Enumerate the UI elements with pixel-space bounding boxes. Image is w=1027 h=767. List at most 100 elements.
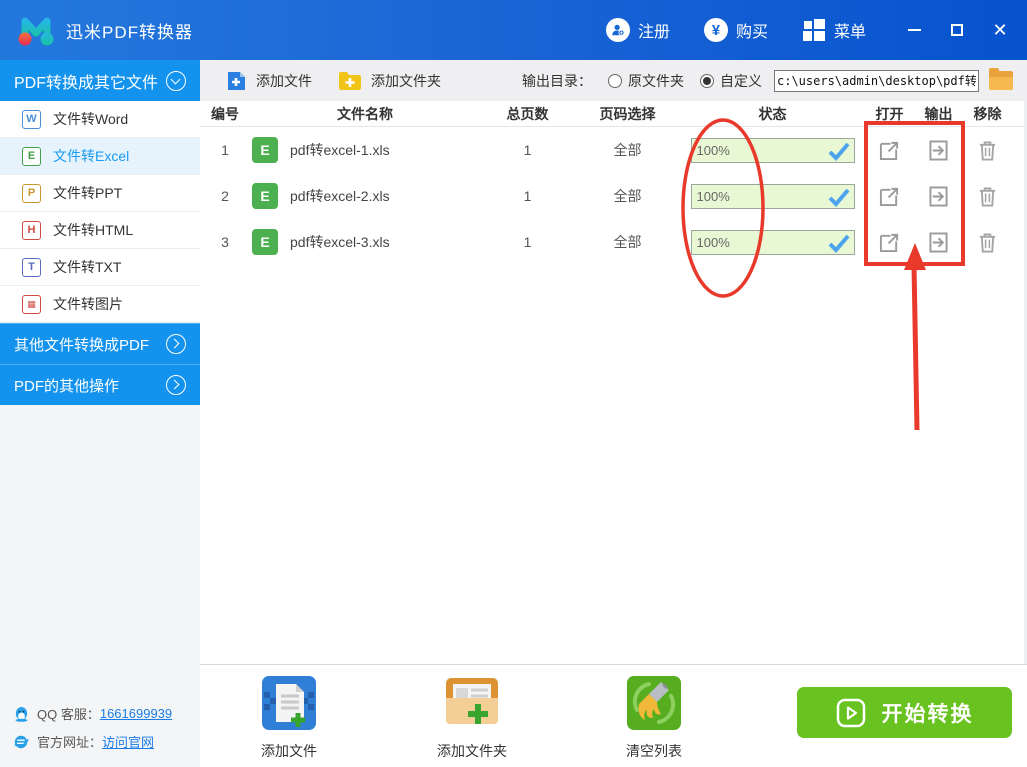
progress-value: 100% — [696, 234, 730, 250]
header-filename: 文件名称 — [337, 105, 393, 122]
radio-custom[interactable]: 自定义 — [700, 71, 762, 91]
progress-bar: 100% — [690, 137, 855, 163]
excel-badge-icon: E — [252, 229, 278, 255]
open-output-button[interactable] — [929, 186, 948, 207]
radio-original-folder[interactable]: 原文件夹 — [608, 71, 684, 91]
sidebar-group-pdf-other-ops[interactable]: PDF的其他操作 — [0, 364, 200, 405]
sidebar-item-label: 文件转Word — [53, 111, 129, 127]
sidebar-group-label: 其他文件转换成PDF — [14, 336, 150, 354]
open-output-button[interactable] — [929, 140, 948, 161]
open-file-button[interactable] — [879, 186, 900, 207]
output-directory-group: 输出目录： 原文件夹 自定义 — [522, 68, 1027, 92]
open-file-button[interactable] — [879, 140, 900, 161]
open-file-button[interactable] — [879, 232, 900, 253]
done-check-icon — [828, 188, 850, 207]
start-convert-button[interactable]: 开始转换 — [797, 687, 1012, 738]
footer-bar: 添加文件 添加文件夹 清空列表 开始转换 — [200, 664, 1027, 767]
radio-custom-label: 自定义 — [720, 72, 762, 89]
page-range[interactable]: 全部 — [575, 186, 680, 206]
radio-original-label: 原文件夹 — [628, 72, 684, 89]
window-controls: ✕ — [888, 13, 1017, 47]
row-number: 2 — [221, 188, 229, 204]
register-label: 注册 — [637, 24, 670, 41]
footer-add-file-button[interactable]: 添加文件 — [229, 676, 349, 761]
radio-original-dot — [608, 73, 622, 88]
add-folder-button[interactable]: 添加文件夹 — [338, 71, 441, 91]
sidebar-item-image[interactable]: ▦ 文件转图片 — [0, 286, 200, 323]
output-dir-label: 输出目录： — [522, 72, 592, 89]
row-number: 3 — [221, 234, 229, 250]
excel-badge-icon: E — [252, 137, 278, 163]
excel-badge-icon: E — [252, 183, 278, 209]
sidebar-item-ppt[interactable]: P 文件转PPT — [0, 175, 200, 212]
menu-label: 菜单 — [833, 24, 866, 41]
menu-button[interactable]: 菜单 — [802, 18, 866, 42]
yen-icon: ¥ — [703, 18, 728, 42]
qq-number-link[interactable]: 1661699939 — [100, 706, 172, 721]
sidebar-item-excel[interactable]: E 文件转Excel — [0, 138, 200, 175]
footer-add-folder-button[interactable]: 添加文件夹 — [412, 676, 532, 761]
sidebar-item-label: 文件转TXT — [53, 259, 122, 275]
page-range[interactable]: 全部 — [575, 232, 680, 252]
page-range[interactable]: 全部 — [575, 140, 680, 160]
html-file-icon: H — [22, 220, 41, 240]
header-open: 打开 — [875, 105, 904, 122]
table-row: 2 E pdf转excel-2.xls 1 全部 100% — [200, 173, 1024, 219]
header-status: 状态 — [758, 105, 787, 122]
sidebar-item-label: 文件转Excel — [53, 148, 130, 164]
row-number: 1 — [221, 142, 229, 158]
table-header: 编号 文件名称 总页数 页码选择 状态 打开 输出 移除 — [200, 101, 1024, 127]
sidebar-item-html[interactable]: H 文件转HTML — [0, 212, 200, 249]
file-list: 编号 文件名称 总页数 页码选择 状态 打开 输出 移除 1 E pdf转exc… — [200, 101, 1027, 664]
header-number: 编号 — [211, 105, 239, 122]
buy-button[interactable]: ¥ 购买 — [703, 18, 768, 42]
buy-label: 购买 — [735, 24, 768, 41]
app-logo-icon — [18, 17, 54, 46]
excel-file-icon: E — [22, 146, 41, 166]
register-user-icon — [605, 18, 630, 42]
file-name: pdf转excel-3.xls — [290, 234, 390, 250]
page-count: 1 — [523, 234, 532, 250]
register-button[interactable]: 注册 — [605, 18, 670, 42]
footer-clear-list-button[interactable]: 清空列表 — [594, 676, 714, 761]
word-file-icon: W — [22, 109, 41, 129]
close-button[interactable]: ✕ — [983, 13, 1017, 47]
table-row: 3 E pdf转excel-3.xls 1 全部 100% — [200, 219, 1024, 265]
chevron-down-icon — [166, 70, 186, 91]
delete-row-button[interactable] — [978, 186, 997, 207]
progress-bar: 100% — [690, 229, 855, 255]
menu-grid-icon — [802, 18, 826, 42]
official-site-link[interactable]: 访问官网 — [102, 732, 154, 751]
open-output-button[interactable] — [929, 232, 948, 253]
sidebar-group-pdf-to-other[interactable]: PDF转换成其它文件 — [0, 60, 200, 101]
footer-add-folder-label: 添加文件夹 — [437, 743, 507, 759]
header-output: 输出 — [924, 105, 953, 122]
browse-folder-icon[interactable] — [989, 68, 1013, 90]
delete-row-button[interactable] — [978, 232, 997, 253]
header-page-select: 页码选择 — [599, 105, 656, 122]
sidebar-item-word[interactable]: W 文件转Word — [0, 101, 200, 138]
sidebar-item-txt[interactable]: T 文件转TXT — [0, 249, 200, 286]
page-count: 1 — [523, 188, 532, 204]
sidebar: PDF转换成其它文件 W 文件转Word E 文件转Excel P 文件转PPT… — [0, 60, 200, 767]
progress-bar: 100% — [690, 183, 855, 209]
add-file-label: 添加文件 — [256, 72, 312, 89]
sidebar-group-other-to-pdf[interactable]: 其他文件转换成PDF — [0, 323, 200, 364]
txt-file-icon: T — [22, 257, 41, 277]
footer-clear-list-label: 清空列表 — [626, 743, 682, 759]
qq-label: QQ 客服： — [37, 707, 100, 722]
maximize-button[interactable] — [940, 13, 974, 47]
sidebar-group-label: PDF转换成其它文件 — [14, 74, 159, 92]
delete-row-button[interactable] — [978, 140, 997, 161]
minimize-button[interactable] — [897, 13, 931, 47]
file-name: pdf转excel-2.xls — [290, 188, 390, 204]
output-path-input[interactable] — [774, 69, 979, 92]
title-bar: 迅米PDF转换器 注册 ¥ 购买 菜单 ✕ — [0, 0, 1027, 60]
site-label: 官方网址： — [37, 735, 103, 750]
table-row: 1 E pdf转excel-1.xls 1 全部 100% — [200, 127, 1024, 173]
done-check-icon — [828, 234, 850, 253]
page-count: 1 — [523, 142, 532, 158]
add-file-button[interactable]: 添加文件 — [226, 70, 312, 92]
qq-icon — [12, 706, 30, 722]
footer-clear-list-icon — [627, 676, 681, 730]
